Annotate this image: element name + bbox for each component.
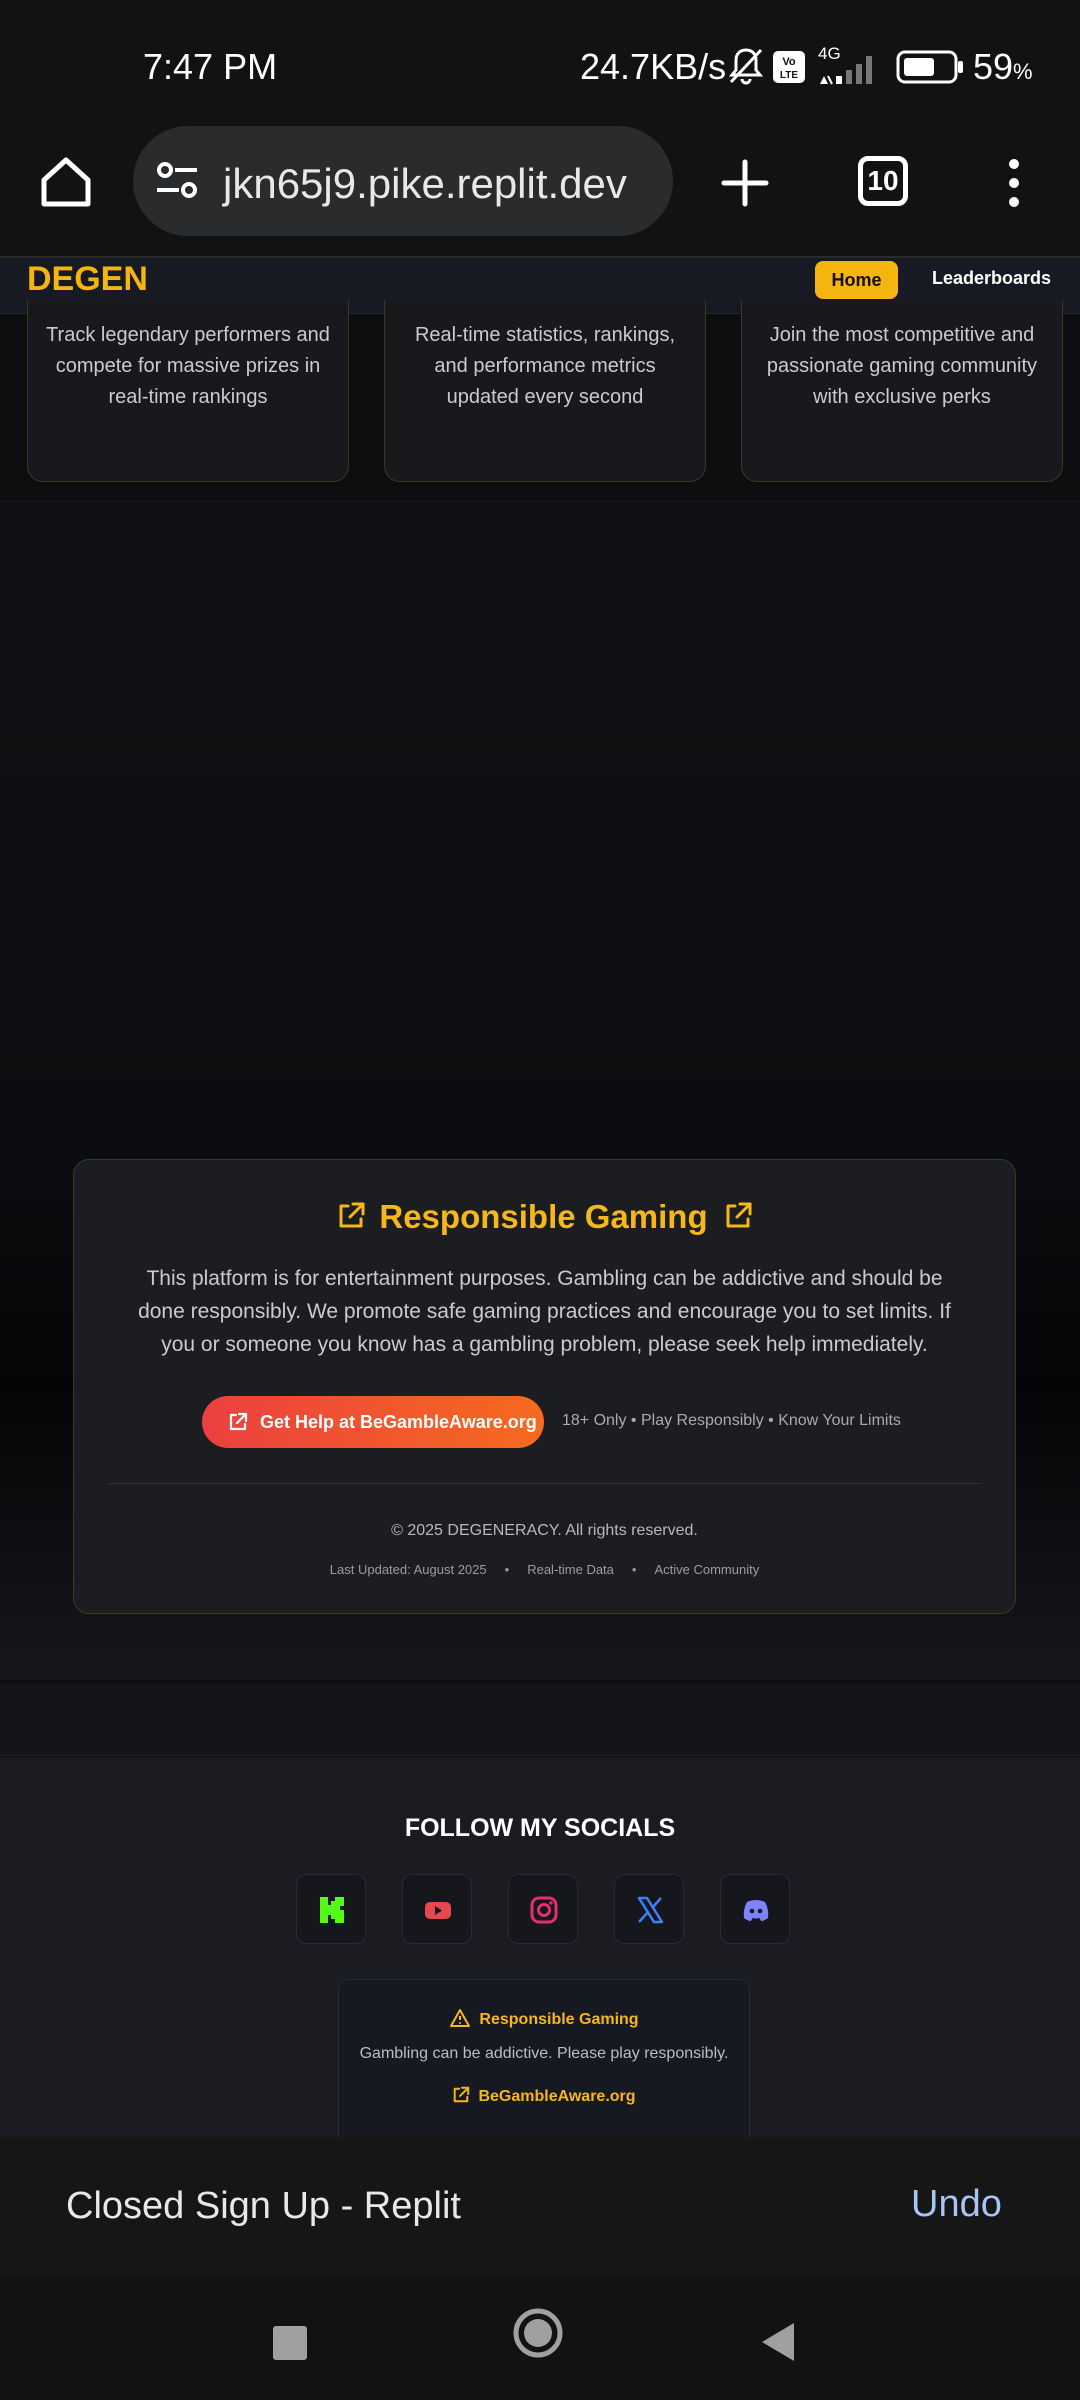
responsible-gaming-heading: Responsible Gaming [74, 1198, 1015, 1236]
snackbar-message: Closed Sign Up - Replit [66, 2185, 461, 2227]
responsible-gaming-text: This platform is for entertainment purpo… [138, 1267, 951, 1356]
undo-button[interactable]: Undo [911, 2183, 1002, 2226]
youtube-link[interactable] [402, 1874, 472, 1944]
site-logo[interactable]: DEGEN [27, 260, 148, 299]
mute-bell-icon [728, 48, 764, 85]
home-icon[interactable] [38, 154, 94, 210]
new-tab-icon[interactable] [720, 158, 770, 208]
copyright: © 2025 DEGENERACY. All rights reserved. [391, 1522, 698, 1539]
mini-rg-text: Gambling can be addictive. Please play r… [359, 2045, 729, 2062]
follow-socials-title: FOLLOW MY SOCIALS [404, 1814, 676, 1842]
svg-text:LTE: LTE [780, 70, 798, 81]
feature-text: Real-time statistics, rankings, and perf… [414, 324, 676, 408]
kick-icon [320, 1897, 344, 1923]
battery-level: 59% [973, 46, 1033, 87]
feature-card: Track legendary performers and compete f… [27, 300, 349, 482]
real-time-data: Real-time Data [527, 1562, 614, 1577]
external-link-icon [339, 1202, 365, 1228]
feature-text: Join the most competitive and passionate… [766, 324, 1038, 408]
external-link-icon [454, 2086, 470, 2103]
tab-switcher-button[interactable]: 10 [858, 156, 908, 206]
back-icon[interactable] [760, 2321, 796, 2363]
responsible-gaming-panel: Responsible Gaming This platform is for … [73, 1159, 1016, 1614]
recents-icon[interactable] [272, 2325, 308, 2361]
age-notice: 18+ Only • Play Responsibly • Know Your … [562, 1412, 901, 1429]
feature-card: Real-time statistics, rankings, and perf… [384, 300, 706, 482]
kick-link[interactable] [296, 1874, 366, 1944]
external-link-icon [726, 1202, 752, 1228]
status-time: 7:47 PM [143, 46, 278, 87]
mini-rg-title: Responsible Gaming [479, 2011, 639, 2028]
separator: • [504, 1562, 510, 1577]
feature-card: Join the most competitive and passionate… [741, 300, 1063, 482]
nav-leaderboards[interactable]: Leaderboards [932, 268, 1051, 289]
footer-meta: Last Updated: August 2025 • Real-time Data… [74, 1562, 1015, 1577]
system-navigation-bar [0, 2277, 1080, 2400]
nav-home[interactable]: Home [815, 261, 898, 299]
home-nav-icon[interactable] [512, 2307, 564, 2359]
instagram-icon [530, 1896, 558, 1924]
address-bar[interactable]: jkn65j9.pike.replit.dev [133, 126, 673, 236]
discord-link[interactable] [720, 1874, 790, 1944]
discord-icon [743, 1900, 769, 1921]
responsible-gaming-title: Responsible Gaming [379, 1198, 708, 1235]
separator: • [631, 1562, 637, 1577]
warning-icon [450, 2009, 471, 2027]
browser-toolbar: jkn65j9.pike.replit.dev 10 [0, 120, 1080, 258]
last-updated: Last Updated: August 2025 [329, 1562, 487, 1577]
divider [107, 1483, 982, 1484]
more-menu-icon[interactable] [1002, 158, 1026, 208]
x-icon [637, 1896, 664, 1924]
status-bar: 7:47 PM 24.7KB/s Vo LTE 4G 59% [0, 0, 1080, 120]
url-text[interactable]: jkn65j9.pike.replit.dev [223, 160, 627, 208]
begambleaware-link[interactable]: BeGambleAware.org [339, 2086, 749, 2106]
volte-icon: Vo LTE [773, 51, 805, 83]
get-help-label: Get Help at BeGambleAware.org [260, 1412, 537, 1432]
get-help-button[interactable]: Get Help at BeGambleAware.org [202, 1396, 544, 1448]
svg-text:Vo: Vo [782, 56, 796, 68]
footer: FOLLOW MY SOCIALS Responsible Gaming Gam… [0, 1757, 1080, 2149]
site-settings-icon[interactable] [155, 160, 199, 204]
feature-text: Track legendary performers and compete f… [46, 324, 330, 408]
mini-responsible-gaming: Responsible Gaming Gambling can be addic… [338, 1979, 750, 2149]
battery-icon [896, 50, 963, 84]
x-link[interactable] [614, 1874, 684, 1944]
instagram-link[interactable] [508, 1874, 578, 1944]
footer-spacer [0, 1684, 1080, 1756]
network-speed: 24.7KB/s [580, 46, 727, 87]
youtube-icon [425, 1902, 451, 1919]
mini-rg-heading: Responsible Gaming [339, 2008, 749, 2029]
active-community: Active Community [654, 1562, 760, 1577]
signal-icon [820, 56, 872, 85]
begambleaware-label: BeGambleAware.org [478, 2088, 636, 2105]
snackbar: Closed Sign Up - Replit Undo [0, 2137, 1080, 2277]
external-link-icon [229, 1412, 248, 1431]
